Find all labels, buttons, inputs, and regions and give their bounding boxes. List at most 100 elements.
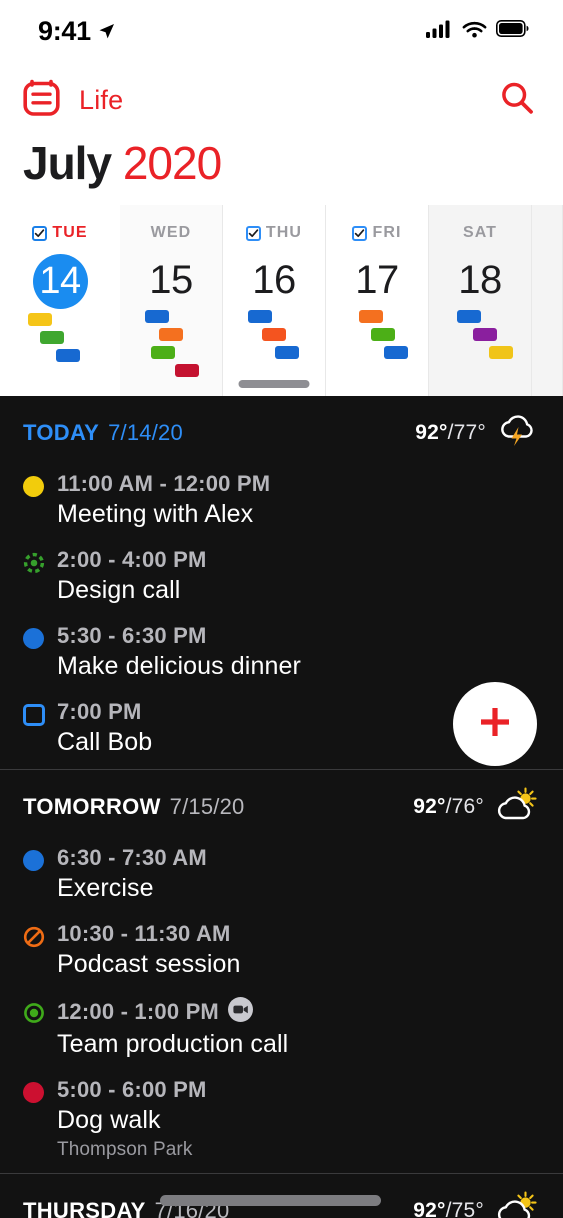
section-day-label: THURSDAY — [23, 1197, 146, 1218]
drag-handle[interactable] — [238, 380, 310, 388]
event-details: 5:30 - 6:30 PM Make delicious dinner — [57, 623, 543, 681]
battery-full-icon — [496, 20, 529, 42]
day-event-chip[interactable] — [175, 364, 199, 377]
event-time-row: 12:00 - 1:00 PM — [57, 997, 543, 1027]
agenda-event-row[interactable]: 10:30 - 11:30 AM Podcast session — [0, 915, 563, 991]
app-title: Life — [79, 84, 124, 115]
day-event-chip[interactable] — [473, 328, 497, 341]
location-arrow-icon — [98, 16, 115, 47]
event-title: Podcast session — [57, 950, 241, 978]
day-number[interactable]: 17 — [326, 254, 428, 306]
event-time-row: 5:30 - 6:30 PM — [57, 623, 543, 649]
agenda-section-header[interactable]: TODAY 7/14/20 92°/77° — [0, 396, 563, 465]
agenda-event-row[interactable]: 5:30 - 6:30 PM Make delicious dinner — [0, 617, 563, 693]
event-time-row: 10:30 - 11:30 AM — [57, 921, 543, 947]
day-header: TUE — [0, 205, 120, 250]
event-color-dot — [23, 850, 44, 871]
month-label: July — [23, 137, 112, 189]
day-column-tue[interactable]: TUE 14 — [0, 205, 120, 396]
day-event-chip[interactable] — [457, 310, 481, 323]
agenda-event-row[interactable]: 6:30 - 7:30 AM Exercise — [0, 839, 563, 915]
week-strip[interactable]: TUE 14 WED 15 THU 16 FRI 17 SAT 18 — [0, 205, 563, 396]
video-call-icon[interactable] — [227, 997, 253, 1027]
app-bar: Life — [0, 62, 563, 138]
status-bar-time-group: 9:41 — [38, 16, 115, 47]
day-event-chip[interactable] — [151, 346, 175, 359]
event-time-row: 5:00 - 6:00 PM — [57, 1077, 543, 1103]
event-time: 2:00 - 4:00 PM — [57, 547, 207, 572]
section-day-label: TODAY — [23, 419, 100, 445]
calendar-app-screen: 9:41 Life July 2020 TUE 14 WED 15 THU 16… — [0, 0, 563, 1218]
event-time-row: 2:00 - 4:00 PM — [57, 547, 543, 573]
status-bar: 9:41 — [0, 0, 563, 62]
day-event-chip[interactable] — [248, 310, 272, 323]
day-event-chip[interactable] — [159, 328, 183, 341]
add-event-button[interactable] — [453, 682, 537, 766]
day-select-checkbox[interactable] — [245, 225, 261, 241]
day-column-wed[interactable]: WED 15 — [120, 205, 223, 396]
day-event-chip[interactable] — [275, 346, 299, 359]
event-time: 11:00 AM - 12:00 PM — [57, 471, 271, 496]
day-column-sat[interactable]: SAT 18 — [429, 205, 532, 396]
day-event-chip[interactable] — [40, 331, 64, 344]
day-number[interactable]: 18 — [429, 254, 531, 306]
section-date-label: 7/14/20 — [108, 419, 183, 445]
event-bullet — [23, 997, 57, 1059]
event-color-dot — [23, 476, 44, 497]
event-bullet — [23, 921, 57, 979]
calendar-app-logo-icon[interactable] — [22, 78, 61, 122]
busy-event-icon — [23, 926, 45, 952]
wifi-icon — [462, 20, 487, 43]
day-event-chip[interactable] — [262, 328, 286, 341]
day-select-checkbox[interactable] — [32, 225, 48, 241]
day-of-week-label: WED — [150, 224, 192, 241]
agenda-event-row[interactable]: 5:00 - 6:00 PM Dog walk Thompson Park — [0, 1071, 563, 1173]
day-select-checkbox[interactable] — [352, 225, 368, 241]
vertical-scrollbar[interactable] — [160, 1195, 381, 1206]
day-event-chip[interactable] — [28, 313, 52, 326]
day-event-chip[interactable] — [359, 310, 383, 323]
day-header: SAT — [429, 205, 531, 250]
event-time: 5:30 - 6:30 PM — [57, 623, 207, 648]
brand-group[interactable]: Life — [22, 78, 123, 122]
day-event-chip[interactable] — [371, 328, 395, 341]
plus-icon — [474, 701, 516, 748]
event-bullet — [23, 547, 57, 605]
day-column-thu[interactable]: THU 16 — [223, 205, 326, 396]
day-number[interactable]: 15 — [120, 254, 222, 306]
day-of-week-label: TUE — [52, 224, 88, 241]
day-column-fri[interactable]: FRI 17 — [326, 205, 429, 396]
day-of-week-label: FRI — [372, 224, 402, 241]
day-number[interactable]: 16 — [223, 254, 325, 306]
agenda-event-row[interactable]: 2:00 - 4:00 PM Design call — [0, 541, 563, 617]
thunderstorm-cloud-icon — [497, 413, 537, 452]
agenda-section-header[interactable]: TOMORROW 7/15/20 92°/76° — [0, 770, 563, 839]
day-header: THU — [223, 205, 325, 250]
search-icon[interactable] — [499, 80, 535, 121]
day-event-chip[interactable] — [56, 349, 80, 362]
day-chip-group — [0, 313, 120, 379]
section-day-label: TOMORROW — [23, 793, 161, 819]
agenda-event-row[interactable]: 12:00 - 1:00 PM Team production call — [0, 991, 563, 1071]
day-event-chip[interactable] — [384, 346, 408, 359]
recurring-event-icon — [23, 552, 45, 578]
task-checkbox-icon[interactable] — [23, 704, 45, 726]
day-chip-group — [326, 310, 428, 376]
agenda-event-row[interactable]: 11:00 AM - 12:00 PM Meeting with Alex — [0, 465, 563, 541]
day-event-chip[interactable] — [489, 346, 513, 359]
event-time: 7:00 PM — [57, 699, 142, 724]
event-time-row: 6:30 - 7:30 AM — [57, 845, 543, 871]
event-time: 6:30 - 7:30 AM — [57, 845, 207, 870]
weather-temperature: 92°/75° — [413, 1198, 484, 1218]
day-column-next-partial[interactable] — [532, 205, 563, 396]
agenda-day-section: TOMORROW 7/15/20 92°/76° 6:30 - 7:30 AM Exer… — [0, 769, 563, 1173]
event-details: 11:00 AM - 12:00 PM Meeting with Alex — [57, 471, 543, 529]
event-time: 12:00 - 1:00 PM — [57, 999, 219, 1024]
page-title[interactable]: July 2020 — [23, 136, 222, 190]
agenda-list[interactable]: TODAY 7/14/20 92°/77° 11:00 AM - 12:00 PM Me… — [0, 396, 563, 1218]
event-bullet — [23, 623, 57, 681]
day-event-chip[interactable] — [145, 310, 169, 323]
weather-temperature: 92°/76° — [413, 794, 484, 818]
day-number[interactable]: 14 — [32, 254, 88, 309]
day-chip-group — [429, 310, 531, 376]
